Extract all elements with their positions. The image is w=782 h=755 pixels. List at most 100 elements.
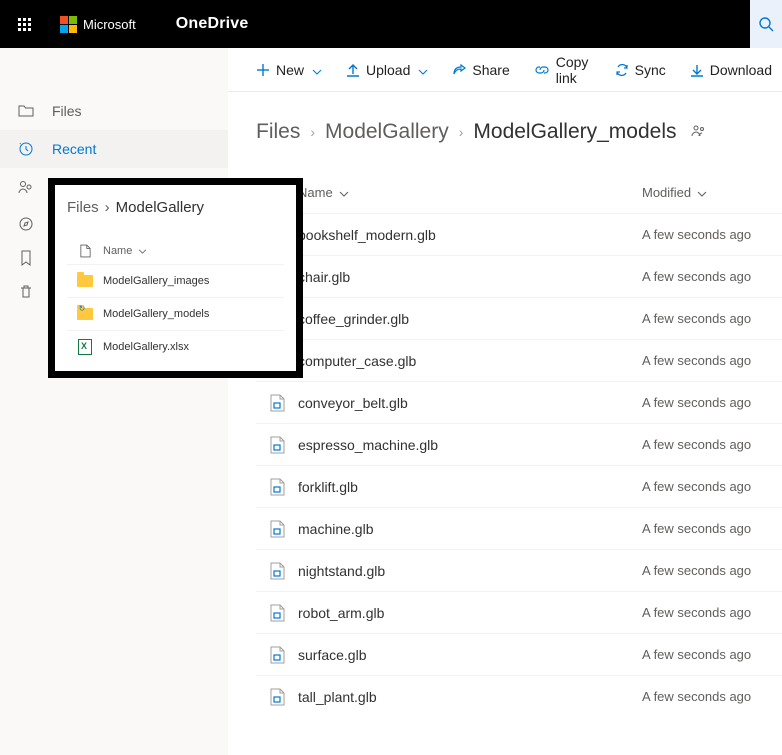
table-row[interactable]: ModelGallery.xlsx [67, 330, 284, 363]
sync-icon [615, 63, 629, 77]
file-icon [256, 562, 298, 580]
recent-icon [18, 141, 34, 157]
breadcrumb: Files › ModelGallery › ModelGallery_mode… [256, 120, 782, 144]
cmd-label: Download [710, 62, 772, 78]
sidebar-item-label: Files [52, 103, 82, 119]
discover-icon[interactable] [18, 216, 34, 232]
file-icon [256, 394, 298, 412]
shared-icon [18, 179, 34, 195]
name-column-header[interactable]: Name [103, 245, 284, 257]
file-name[interactable]: robot_arm.glb [298, 605, 642, 621]
cmd-label: Sync [635, 62, 666, 78]
plus-icon [256, 63, 270, 77]
sidebar: Files Recent Shared [0, 48, 228, 755]
inset-breadcrumb: Files › ModelGallery [67, 199, 284, 216]
sync-button[interactable]: Sync [605, 54, 676, 86]
file-icon [256, 604, 298, 622]
file-name[interactable]: bookshelf_modern.glb [298, 227, 642, 243]
file-modified: A few seconds ago [642, 521, 782, 536]
table-row[interactable]: forklift.glbA few seconds ago [256, 465, 782, 507]
file-modified: A few seconds ago [642, 479, 782, 494]
table-row[interactable]: conveyor_belt.glbA few seconds ago [256, 381, 782, 423]
chevron-down-icon [312, 62, 322, 78]
share-button[interactable]: Share [442, 54, 519, 86]
table-row[interactable]: bookshelf_modern.glbA few seconds ago [256, 213, 782, 255]
topbar: Microsoft OneDrive [0, 0, 782, 48]
sync-badge-icon: ↻ [79, 304, 86, 313]
cmd-label: Upload [366, 62, 410, 78]
chevron-right-icon: › [459, 124, 464, 140]
table-row[interactable]: computer_case.glbA few seconds ago [256, 339, 782, 381]
table-row[interactable]: machine.glbA few seconds ago [256, 507, 782, 549]
name-column-header[interactable]: Name [298, 185, 642, 200]
app-title: OneDrive [176, 15, 249, 33]
new-button[interactable]: New [246, 54, 332, 86]
table-row[interactable]: ↻ModelGallery_models [67, 297, 284, 330]
app-launcher-button[interactable] [0, 0, 48, 48]
file-name[interactable]: chair.glb [298, 269, 642, 285]
file-modified: A few seconds ago [642, 227, 782, 242]
sidebar-item-files[interactable]: Files [0, 92, 228, 130]
search-button[interactable] [750, 0, 782, 48]
cmd-label: Copy link [556, 54, 591, 86]
item-icon: ↻ [67, 308, 103, 320]
breadcrumb-current: ModelGallery [116, 199, 204, 216]
breadcrumb-current: ModelGallery_models [473, 120, 676, 144]
breadcrumb-item[interactable]: ModelGallery [325, 120, 449, 144]
file-icon [256, 478, 298, 496]
chevron-down-icon [339, 185, 349, 200]
main-panel: New Upload Share Copy link Sync [228, 48, 782, 755]
file-modified: A few seconds ago [642, 269, 782, 284]
command-bar: New Upload Share Copy link Sync [228, 48, 782, 92]
table-row[interactable]: surface.glbA few seconds ago [256, 633, 782, 675]
table-row[interactable]: tall_plant.glbA few seconds ago [256, 675, 782, 717]
bookmark-icon[interactable] [18, 250, 34, 266]
file-name[interactable]: surface.glb [298, 647, 642, 663]
item-name[interactable]: ModelGallery_models [103, 308, 209, 320]
table-row[interactable]: nightstand.glbA few seconds ago [256, 549, 782, 591]
file-name[interactable]: machine.glb [298, 521, 642, 537]
table-row[interactable]: ModelGallery_images [67, 264, 284, 297]
chevron-down-icon [138, 245, 147, 257]
search-icon [758, 16, 774, 32]
file-modified: A few seconds ago [642, 605, 782, 620]
column-label: Name [298, 185, 333, 200]
file-icon [256, 688, 298, 706]
modified-column-header[interactable]: Modified [642, 185, 782, 200]
recycle-bin-icon[interactable] [18, 284, 34, 300]
breadcrumb-item[interactable]: Files [67, 199, 99, 216]
table-row[interactable]: chair.glbA few seconds ago [256, 255, 782, 297]
share-icon [452, 63, 466, 77]
file-name[interactable]: nightstand.glb [298, 563, 642, 579]
waffle-icon [18, 18, 31, 31]
file-modified: A few seconds ago [642, 563, 782, 578]
microsoft-logo: Microsoft [60, 16, 136, 33]
file-name[interactable]: forklift.glb [298, 479, 642, 495]
folder-icon [18, 103, 34, 119]
folder-icon [77, 275, 93, 287]
upload-button[interactable]: Upload [336, 54, 438, 86]
item-name[interactable]: ModelGallery_images [103, 275, 209, 287]
chevron-right-icon: › [310, 124, 315, 140]
file-name[interactable]: conveyor_belt.glb [298, 395, 642, 411]
table-row[interactable]: espresso_machine.glbA few seconds ago [256, 423, 782, 465]
copy-link-button[interactable]: Copy link [524, 54, 601, 86]
file-name[interactable]: tall_plant.glb [298, 689, 642, 705]
file-icon [256, 436, 298, 454]
table-row[interactable]: coffee_grinder.glbA few seconds ago [256, 297, 782, 339]
chevron-down-icon [418, 62, 428, 78]
sidebar-item-recent[interactable]: Recent [0, 130, 228, 168]
file-name[interactable]: espresso_machine.glb [298, 437, 642, 453]
download-button[interactable]: Download [680, 54, 782, 86]
permissions-icon[interactable] [691, 124, 705, 141]
item-name[interactable]: ModelGallery.xlsx [103, 341, 189, 353]
file-name[interactable]: computer_case.glb [298, 353, 642, 369]
item-icon [67, 275, 103, 287]
excel-icon [78, 339, 92, 355]
file-name[interactable]: coffee_grinder.glb [298, 311, 642, 327]
breadcrumb-item[interactable]: Files [256, 120, 300, 144]
column-label: Modified [642, 185, 691, 200]
table-row[interactable]: robot_arm.glbA few seconds ago [256, 591, 782, 633]
inset-panel: Files › ModelGallery Name ModelGallery_i… [48, 178, 303, 378]
file-type-column[interactable] [67, 244, 103, 258]
